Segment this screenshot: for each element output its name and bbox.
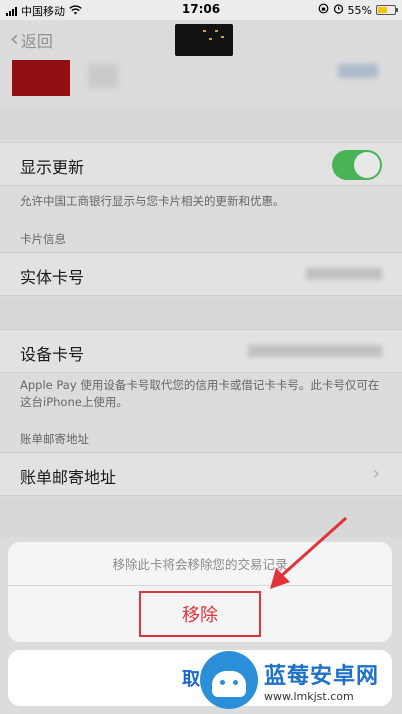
alarm-icon xyxy=(333,3,344,17)
status-bar: 中国移动 17:06 55% xyxy=(0,0,402,20)
action-sheet: 移除此卡将会移除您的交易记录 移除 xyxy=(8,542,392,642)
action-sheet-message: 移除此卡将会移除您的交易记录 xyxy=(8,542,392,586)
battery-fill xyxy=(378,7,387,13)
watermark-url: www.lmkjst.com xyxy=(264,689,354,703)
watermark-title: 蓝莓安卓网 xyxy=(264,663,380,689)
battery-percent: 55% xyxy=(347,3,372,17)
orientation-lock-icon xyxy=(318,3,329,17)
android-robot-logo-icon xyxy=(200,651,258,709)
action-sheet-actions: 移除 xyxy=(8,586,392,642)
watermark: 蓝莓安卓网 www.lmkjst.com xyxy=(200,650,396,710)
remove-card-button[interactable]: 移除 xyxy=(139,591,261,637)
battery-icon xyxy=(376,5,398,15)
